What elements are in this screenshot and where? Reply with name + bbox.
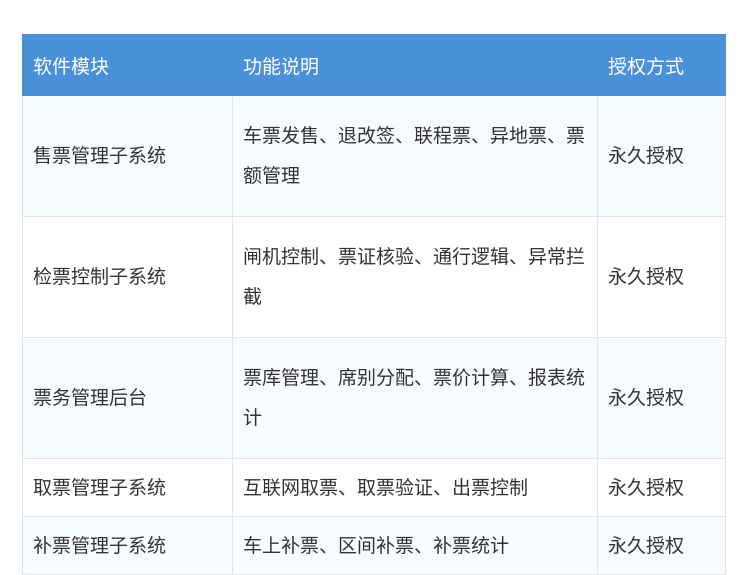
cell-module: 补票管理子系统 xyxy=(22,516,233,575)
module-license-table: 软件模块 功能说明 授权方式 售票管理子系统 车票发售、退改签、联程票、异地票、… xyxy=(22,34,726,575)
table-row: 检票控制子系统 闸机控制、票证核验、通行逻辑、异常拦截 永久授权 xyxy=(22,216,726,338)
table-row: 售票管理子系统 车票发售、退改签、联程票、异地票、票额管理 永久授权 xyxy=(22,95,726,217)
header-description: 功能说明 xyxy=(232,34,598,96)
table-row: 补票管理子系统 车上补票、区间补票、补票统计 永久授权 xyxy=(22,516,726,575)
table-body: 售票管理子系统 车票发售、退改签、联程票、异地票、票额管理 永久授权 检票控制子… xyxy=(22,95,726,575)
cell-license: 永久授权 xyxy=(597,458,726,517)
cell-module: 检票控制子系统 xyxy=(22,216,233,338)
table-row: 票务管理后台 票库管理、席别分配、票价计算、报表统计 永久授权 xyxy=(22,337,726,459)
cell-license: 永久授权 xyxy=(597,216,726,338)
header-module: 软件模块 xyxy=(22,34,233,96)
cell-license: 永久授权 xyxy=(597,516,726,575)
module-table-container: 软件模块 功能说明 授权方式 售票管理子系统 车票发售、退改签、联程票、异地票、… xyxy=(22,34,726,575)
cell-module: 票务管理后台 xyxy=(22,337,233,459)
cell-license: 永久授权 xyxy=(597,95,726,217)
cell-description: 车票发售、退改签、联程票、异地票、票额管理 xyxy=(232,95,598,217)
cell-module: 取票管理子系统 xyxy=(22,458,233,517)
cell-description: 票库管理、席别分配、票价计算、报表统计 xyxy=(232,337,598,459)
header-row: 软件模块 功能说明 授权方式 xyxy=(22,34,726,96)
cell-description: 互联网取票、取票验证、出票控制 xyxy=(232,458,598,517)
cell-license: 永久授权 xyxy=(597,337,726,459)
table-header: 软件模块 功能说明 授权方式 xyxy=(22,34,726,96)
table-row: 取票管理子系统 互联网取票、取票验证、出票控制 永久授权 xyxy=(22,458,726,517)
cell-module: 售票管理子系统 xyxy=(22,95,233,217)
header-license: 授权方式 xyxy=(597,34,726,96)
cell-description: 闸机控制、票证核验、通行逻辑、异常拦截 xyxy=(232,216,598,338)
cell-description: 车上补票、区间补票、补票统计 xyxy=(232,516,598,575)
